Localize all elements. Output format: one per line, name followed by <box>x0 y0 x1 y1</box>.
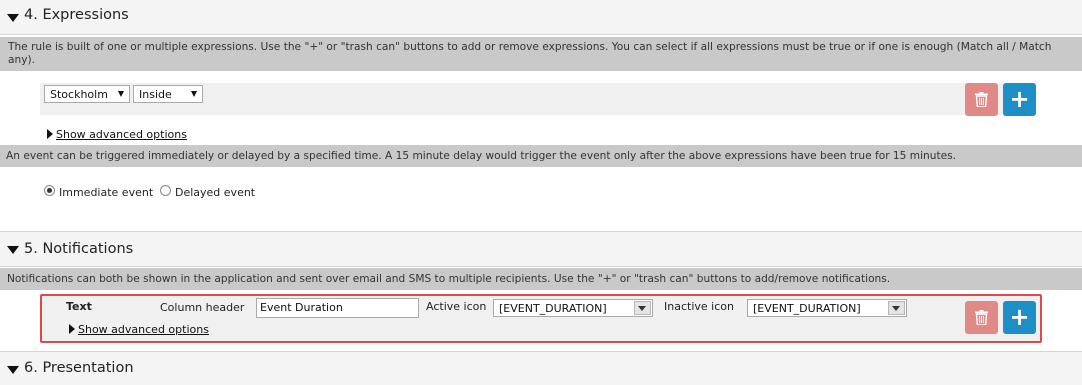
dropdown-arrow-icon <box>888 301 905 315</box>
plus-icon: + <box>1009 303 1030 331</box>
immediate-event-label[interactable]: Immediate event <box>59 186 153 199</box>
notification-type-label: Text <box>66 300 92 313</box>
show-advanced-options-link[interactable]: Show advanced options <box>78 323 209 336</box>
collapse-triangle-icon[interactable] <box>7 365 19 374</box>
column-header-input-value: Event Duration <box>260 301 343 314</box>
section-header-expressions[interactable]: 4. Expressions <box>0 0 1082 35</box>
delayed-event-label[interactable]: Delayed event <box>175 186 255 199</box>
expand-triangle-icon[interactable] <box>47 129 53 139</box>
section-header-presentation[interactable]: 6. Presentation <box>0 351 1082 385</box>
add-notification-button[interactable]: + <box>1003 301 1036 334</box>
inactive-icon-label: Inactive icon <box>664 300 734 313</box>
trash-icon <box>975 92 988 107</box>
delete-notification-button[interactable] <box>965 301 998 334</box>
section-header-notifications[interactable]: 5. Notifications <box>0 231 1082 267</box>
delay-info: An event can be triggered immediately or… <box>0 145 1082 167</box>
location-select-value: Stockholm <box>50 88 108 101</box>
delay-info-text: An event can be triggered immediately or… <box>6 150 957 162</box>
add-expression-button[interactable]: + <box>1003 83 1036 116</box>
dropdown-arrow-icon <box>118 91 124 97</box>
delayed-event-radio[interactable] <box>160 185 171 196</box>
notifications-info: Notifications can both be shown in the a… <box>0 268 1082 290</box>
plus-icon: + <box>1009 85 1030 113</box>
column-header-label: Column header <box>160 301 245 314</box>
inactive-icon-select-value: [EVENT_DURATION] <box>753 302 861 315</box>
collapse-triangle-icon[interactable] <box>7 14 19 22</box>
delete-expression-button[interactable] <box>965 83 998 116</box>
active-icon-select[interactable]: [EVENT_DURATION] <box>493 299 653 317</box>
column-header-input[interactable]: Event Duration <box>256 298 419 318</box>
active-icon-label: Active icon <box>426 300 487 313</box>
active-icon-select-value: [EVENT_DURATION] <box>499 302 607 315</box>
condition-select-value: Inside <box>139 88 172 101</box>
expand-triangle-icon[interactable] <box>69 324 75 334</box>
condition-select[interactable]: Inside <box>133 85 203 103</box>
location-select[interactable]: Stockholm <box>44 85 130 103</box>
collapse-triangle-icon[interactable] <box>7 246 19 254</box>
section-title: 6. Presentation <box>24 360 134 376</box>
notifications-info-text: Notifications can both be shown in the a… <box>7 273 891 285</box>
expressions-info: The rule is built of one or multiple exp… <box>0 37 1082 71</box>
inactive-icon-select[interactable]: [EVENT_DURATION] <box>747 299 907 317</box>
immediate-event-radio[interactable] <box>44 185 55 196</box>
trash-icon <box>975 310 988 325</box>
expressions-info-text: The rule is built of one or multiple exp… <box>8 41 1052 66</box>
section-title: 4. Expressions <box>24 7 129 23</box>
show-advanced-options-link[interactable]: Show advanced options <box>56 128 187 141</box>
section-title: 5. Notifications <box>24 241 134 257</box>
dropdown-arrow-icon <box>634 301 651 315</box>
dropdown-arrow-icon <box>191 91 197 97</box>
